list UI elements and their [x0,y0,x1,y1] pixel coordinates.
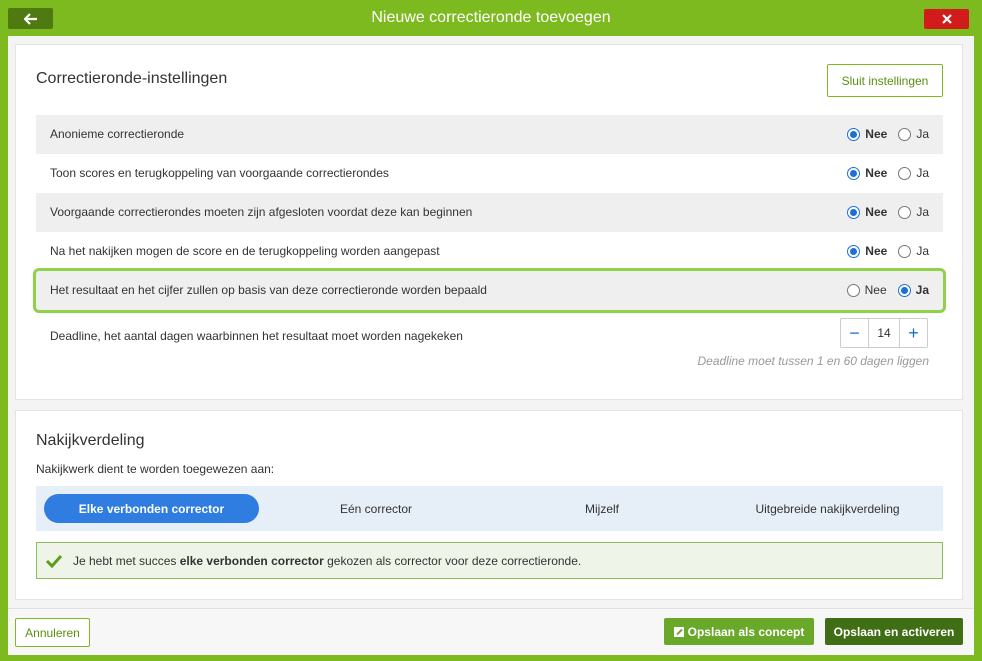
save-concept-button[interactable]: Opslaan als concept [664,618,814,645]
radio-dot [897,283,911,297]
dialog-title: Nieuwe correctieronde toevoegen [371,9,611,26]
radio-yes[interactable]: Ja [897,283,929,297]
tab-every-corrector[interactable]: Elke verbonden corrector [44,494,259,523]
radio-no[interactable]: Nee [847,166,887,180]
dialog-footer: Annuleren Opslaan als concept Opslaan en… [8,608,974,655]
deadline-stepper: − 14 + [840,318,928,348]
radio-yes[interactable]: Ja [898,166,929,180]
setting-row-result-based: Het resultaat en het cijfer zullen op ba… [36,271,943,310]
radio-dot [847,244,861,258]
radio-no[interactable]: Nee [847,127,887,141]
save-activate-button[interactable]: Opslaan en activeren [825,618,963,645]
setting-label: Toon scores en terugkoppeling van voorga… [50,166,389,180]
radio-dot [847,127,861,141]
settings-panel: Correctieronde-instellingen Sluit instel… [15,44,963,400]
title-bar: Nieuwe correctieronde toevoegen [0,0,982,36]
distribution-panel: Nakijkverdeling Nakijkwerk dient te word… [15,410,963,600]
assign-label: Nakijkwerk dient te worden toegewezen aa… [36,462,275,476]
radio-dot [898,127,912,141]
radio-no[interactable]: Nee [847,205,887,219]
radio-group: Nee Ja [836,283,929,297]
radio-group: Nee Ja [836,244,929,258]
radio-yes[interactable]: Ja [898,244,929,258]
settings-title: Correctieronde-instellingen [36,70,228,87]
radio-no[interactable]: Nee [846,283,887,297]
success-text: Je hebt met succes elke verbonden correc… [73,553,582,568]
radio-yes[interactable]: Ja [898,127,929,141]
success-message: Je hebt met succes elke verbonden correc… [36,542,943,579]
radio-group: Nee Ja [836,205,929,219]
deadline-value[interactable]: 14 [868,319,900,347]
radio-dot [898,244,912,258]
decrement-button[interactable]: − [841,319,868,347]
deadline-hint: Deadline moet tussen 1 en 60 dagen ligge… [697,354,929,368]
radio-group: Nee Ja [836,127,929,141]
radio-dot [847,166,861,180]
setting-label: Het resultaat en het cijfer zullen op ba… [50,283,487,297]
setting-label: Na het nakijken mogen de score en de ter… [50,244,440,258]
tab-myself[interactable]: Mijzelf [516,494,688,523]
dialog-content: Correctieronde-instellingen Sluit instel… [8,36,974,608]
edit-icon [673,626,684,637]
setting-row-anonymous: Anonieme correctieronde Nee Ja [36,115,943,154]
radio-no[interactable]: Nee [847,244,887,258]
setting-row-previous-closed: Voorgaande correctierondes moeten zijn a… [36,193,943,232]
close-icon [941,14,952,24]
distribution-title: Nakijkverdeling [36,432,145,449]
setting-row-show-scores: Toon scores en terugkoppeling van voorga… [36,154,943,193]
setting-label: Anonieme correctieronde [50,127,185,141]
setting-label: Voorgaande correctierondes moeten zijn a… [50,205,473,219]
setting-row-editable-after: Na het nakijken mogen de score en de ter… [36,232,943,271]
tab-extended-distribution[interactable]: Uitgebreide nakijkverdeling [736,494,919,523]
checkmark-icon [45,552,63,570]
radio-dot [846,283,860,297]
close-settings-button[interactable]: Sluit instellingen [827,64,943,97]
radio-dot [898,166,912,180]
tab-one-corrector[interactable]: Eén corrector [290,494,462,523]
radio-dot [898,205,912,219]
distribution-tabs: Elke verbonden corrector Eén corrector M… [36,486,943,531]
close-button[interactable] [924,9,969,29]
deadline-label: Deadline, het aantal dagen waarbinnen he… [50,329,463,343]
increment-button[interactable]: + [900,319,927,347]
radio-group: Nee Ja [836,166,929,180]
radio-yes[interactable]: Ja [898,205,929,219]
cancel-button[interactable]: Annuleren [15,618,90,647]
radio-dot [847,205,861,219]
